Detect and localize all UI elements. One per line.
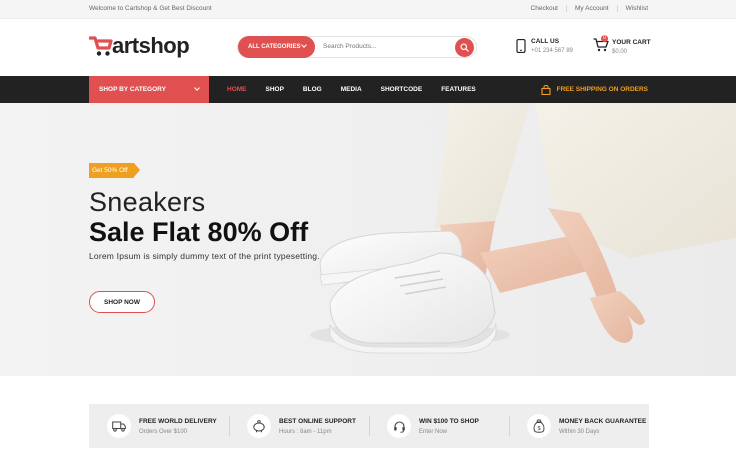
checkout-link[interactable]: Checkout xyxy=(523,5,566,12)
header: artshop ALL CATEGORIES CALL US xyxy=(0,19,736,76)
chevron-down-icon xyxy=(301,42,307,48)
feature-title: BEST ONLINE SUPPORT xyxy=(279,417,356,425)
feature-subtitle: Enter Now xyxy=(419,428,448,435)
cart-amount: $0.00 xyxy=(612,49,628,55)
hero-title-line1: Sneakers xyxy=(89,187,206,217)
nav-menu: HOME SHOP BLOG MEDIA SHORTCODE FEATURES xyxy=(227,76,495,103)
chevron-down-icon xyxy=(194,85,200,91)
nav-item-shortcode[interactable]: SHORTCODE xyxy=(381,86,423,93)
shop-by-category-button[interactable]: SHOP BY CATEGORY xyxy=(89,76,209,103)
nav-item-home[interactable]: HOME xyxy=(227,86,247,93)
call-us[interactable]: CALL US +01 234 567 89 xyxy=(516,38,573,54)
feature-subtitle: Hours : 8am - 11pm xyxy=(279,428,332,435)
cart[interactable]: 0 YOUR CART $0.00 xyxy=(593,35,651,55)
hero-subtitle: Lorem Ipsum is simply dummy text of the … xyxy=(89,251,320,261)
main-nav: SHOP BY CATEGORY HOME SHOP BLOG MEDIA SH… xyxy=(0,76,736,103)
page: Welcome to Cartshop & Get Best Discount … xyxy=(0,0,736,460)
search-icon xyxy=(460,43,469,52)
phone-icon xyxy=(516,39,526,53)
cart-count-badge: 0 xyxy=(601,35,608,42)
search-bar: ALL CATEGORIES xyxy=(237,36,477,58)
feature-icon-circle: $ xyxy=(527,414,551,438)
logo[interactable]: artshop xyxy=(89,33,190,58)
shop-by-category-label: SHOP BY CATEGORY xyxy=(99,86,166,93)
call-us-title: CALL US xyxy=(531,38,560,45)
feature-icon-circle xyxy=(247,414,271,438)
search-input[interactable] xyxy=(323,43,443,50)
headset-icon xyxy=(393,420,405,433)
money-bag-icon: $ xyxy=(533,419,545,433)
feature-subtitle: Orders Over $100 xyxy=(139,428,188,435)
free-shipping[interactable]: FREE SHIPPING ON ORDERS xyxy=(541,76,648,103)
discount-badge: Get 50% Off xyxy=(89,163,140,178)
cart-logo-icon xyxy=(89,36,113,56)
truck-icon xyxy=(112,421,126,432)
nav-item-shop[interactable]: SHOP xyxy=(266,86,284,93)
piggy-bank-icon xyxy=(253,419,265,432)
features-bar: FREE WORLD DELIVERY Orders Over $100 BES… xyxy=(89,404,649,448)
nav-item-media[interactable]: MEDIA xyxy=(341,86,362,93)
svg-text:$: $ xyxy=(537,426,540,432)
phone-number: +01 234 567 89 xyxy=(531,48,573,54)
category-label: ALL CATEGORIES xyxy=(248,44,301,50)
feature-item: FREE WORLD DELIVERY Orders Over $100 xyxy=(89,404,229,448)
top-bar: Welcome to Cartshop & Get Best Discount … xyxy=(0,0,736,19)
feature-title: WIN $100 TO SHOP xyxy=(419,417,479,425)
wishlist-link[interactable]: Wishlist xyxy=(616,5,648,12)
nav-item-features[interactable]: FEATURES xyxy=(441,86,476,93)
category-dropdown[interactable]: ALL CATEGORIES xyxy=(238,36,315,58)
hero-title-line2: Sale Flat 80% Off xyxy=(89,217,309,247)
logo-text: artshop xyxy=(112,33,190,58)
search-button[interactable] xyxy=(455,38,474,57)
free-shipping-label: FREE SHIPPING ON ORDERS xyxy=(556,86,648,93)
feature-item: $ MONEY BACK GUARANTEE Within 30 Days xyxy=(509,404,649,448)
my-account-link[interactable]: My Account xyxy=(566,5,617,12)
hero-banner: Get 50% Off Sneakers Sale Flat 80% Off L… xyxy=(0,103,736,376)
nav-item-blog[interactable]: BLOG xyxy=(303,86,322,93)
feature-title: FREE WORLD DELIVERY xyxy=(139,417,217,425)
feature-icon-circle xyxy=(387,414,411,438)
feature-icon-circle xyxy=(107,414,131,438)
welcome-text: Welcome to Cartshop & Get Best Discount xyxy=(89,5,212,12)
top-links: Checkout My Account Wishlist xyxy=(523,5,648,12)
feature-subtitle: Within 30 Days xyxy=(559,428,600,435)
sneaker-hero-image xyxy=(310,103,736,354)
shop-now-button[interactable]: SHOP NOW xyxy=(89,291,155,313)
shipping-bag-icon xyxy=(541,84,551,95)
feature-item: WIN $100 TO SHOP Enter Now xyxy=(369,404,509,448)
cart-icon-wrap: 0 xyxy=(593,35,609,52)
feature-title: MONEY BACK GUARANTEE xyxy=(559,417,647,425)
cart-title: YOUR CART xyxy=(612,39,651,46)
feature-item: BEST ONLINE SUPPORT Hours : 8am - 11pm xyxy=(229,404,369,448)
